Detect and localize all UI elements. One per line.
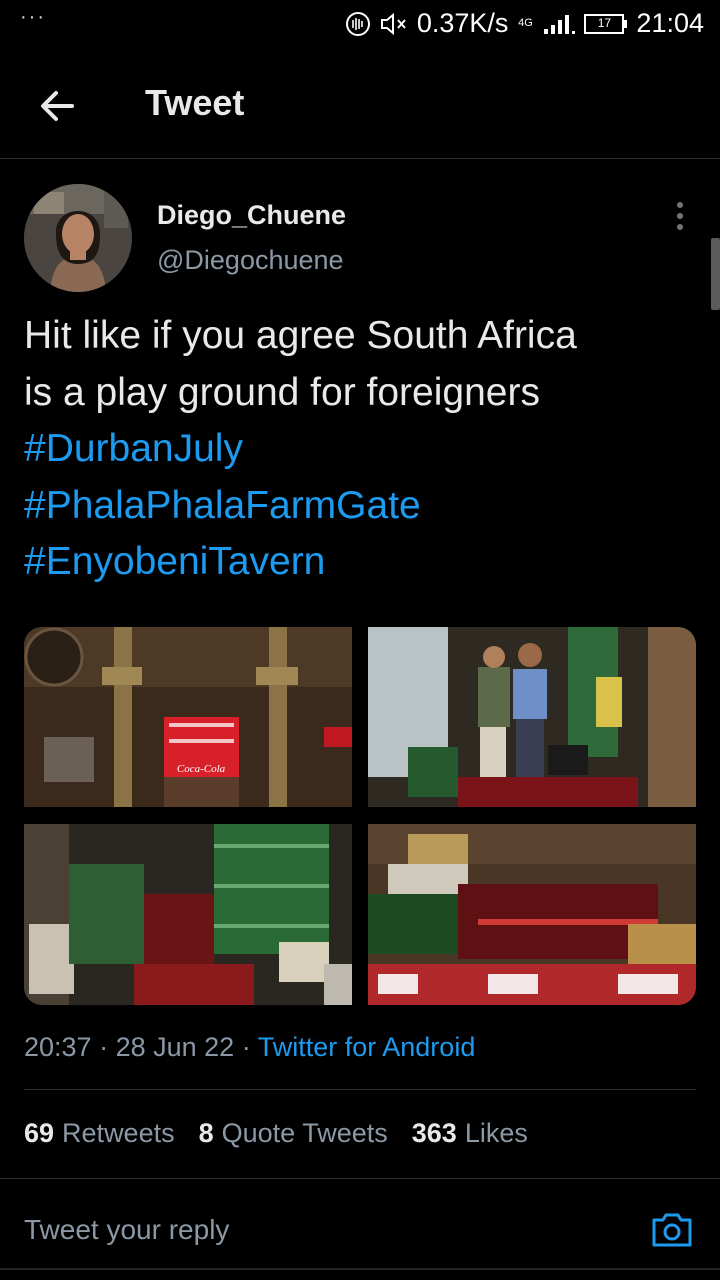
retweets-stat[interactable]: 69 Retweets — [24, 1118, 175, 1149]
camera-icon[interactable] — [650, 1207, 694, 1251]
retweets-label: Retweets — [62, 1118, 175, 1148]
likes-stat[interactable]: 363 Likes — [412, 1118, 528, 1149]
display-name[interactable]: Diego_Chuene — [157, 200, 346, 231]
crate-text: Coca-Cola — [177, 763, 226, 775]
tweet-meta: 20:37 · 28 Jun 22 · Twitter for Android — [24, 1032, 475, 1063]
more-vertical-icon[interactable] — [668, 200, 692, 232]
top-app-bar: Tweet — [0, 60, 720, 159]
network-type: 4G — [518, 17, 533, 29]
likes-label: Likes — [464, 1118, 528, 1148]
hashtag-durbanjuly[interactable]: #DurbanJuly — [24, 421, 704, 478]
signal-icon — [542, 13, 576, 35]
reply-input[interactable]: Tweet your reply — [24, 1214, 229, 1246]
net-speed: 0.37K/s — [416, 8, 509, 38]
meta-separator: · — [99, 1032, 116, 1062]
avatar[interactable] — [24, 184, 132, 292]
battery-icon: 17 — [584, 13, 628, 35]
battery-level: 17 — [597, 15, 612, 30]
status-dots: ··· — [20, 6, 46, 28]
divider — [0, 1178, 720, 1179]
status-icons: 0.37K/s 4G 17 21:04 — [345, 8, 704, 39]
hashtag-enyobenitavern[interactable]: #EnyobeniTavern — [24, 534, 704, 591]
likes-count: 363 — [411, 1118, 457, 1148]
status-bar: ··· 0.37K/s 4G 17 21:04 — [0, 0, 720, 50]
photo-warehouse-inspection[interactable] — [368, 627, 696, 807]
hashtag-phalaphalafarmgate[interactable]: #PhalaPhalaFarmGate — [24, 478, 704, 535]
page-title: Tweet — [145, 82, 245, 123]
media-grid: Coca-Cola — [24, 627, 696, 1005]
mute-icon — [379, 11, 409, 37]
tweet-text-line: Hit like if you agree South Africa — [24, 314, 577, 357]
user-handle[interactable]: @Diegochuene — [157, 245, 344, 276]
photo-bottling-machine[interactable]: Coca-Cola — [24, 627, 352, 807]
tweet-date: 28 Jun 22 — [115, 1032, 235, 1062]
quotes-label: Quote Tweets — [221, 1118, 388, 1148]
back-arrow-icon[interactable] — [36, 84, 80, 128]
clock: 21:04 — [636, 8, 704, 38]
divider — [24, 1089, 696, 1090]
bottom-divider — [0, 1268, 720, 1270]
vibrate-icon — [345, 11, 371, 37]
meta-separator: · — [241, 1032, 258, 1062]
retweets-count: 69 — [24, 1118, 55, 1148]
quotes-count: 8 — [198, 1118, 214, 1148]
quote-tweets-stat[interactable]: 8 Quote Tweets — [199, 1118, 388, 1149]
tweet-source-link[interactable]: Twitter for Android — [258, 1032, 476, 1062]
tweet-text: Hit like if you agree South Africa is a … — [24, 308, 704, 591]
tweet-time: 20:37 — [24, 1032, 92, 1062]
photo-bottles-on-floor[interactable] — [368, 824, 696, 1005]
tweet-text-line: is a play ground for foreigners — [24, 370, 540, 414]
engagement-stats: 69 Retweets 8 Quote Tweets 363 Likes — [24, 1118, 528, 1149]
photo-stacked-bottles[interactable] — [24, 824, 352, 1005]
scrollbar[interactable] — [711, 238, 720, 310]
